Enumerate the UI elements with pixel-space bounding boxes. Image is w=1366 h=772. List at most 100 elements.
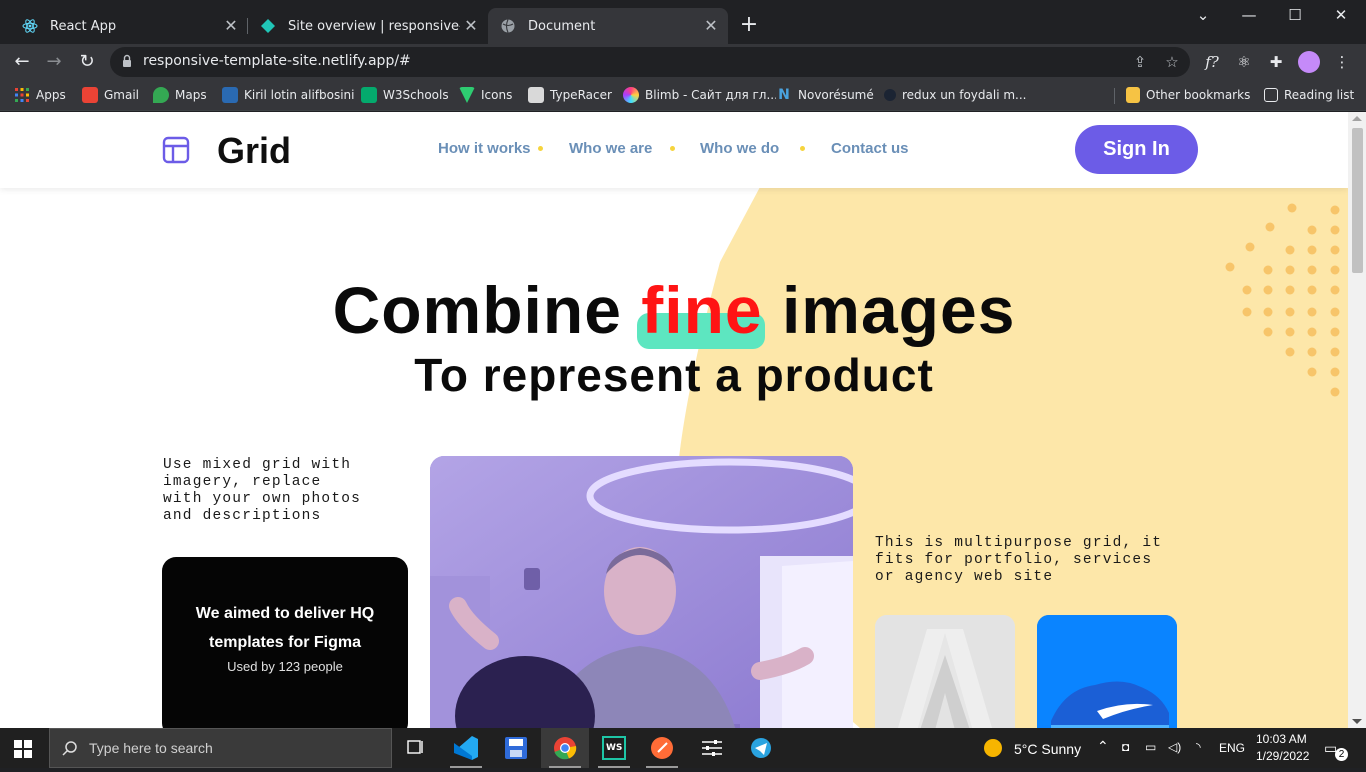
- search-placeholder: Type here to search: [89, 740, 213, 756]
- tab-document[interactable]: Document ✕: [488, 8, 728, 44]
- bookmark-label: Reading list: [1284, 88, 1355, 102]
- bookmark-blimb[interactable]: Blimb - Сайт для гл...: [623, 86, 778, 104]
- close-icon[interactable]: ✕: [702, 17, 720, 35]
- close-window-icon[interactable]: ✕: [1318, 0, 1364, 32]
- reload-icon[interactable]: ↻: [73, 48, 101, 76]
- plus-icon[interactable]: +: [737, 14, 761, 38]
- share-icon[interactable]: ⇪: [1130, 52, 1150, 72]
- sign-in-button[interactable]: Sign In: [1075, 125, 1198, 174]
- clock-time[interactable]: 10:03 AM: [1256, 732, 1307, 746]
- tab-site-overview[interactable]: Site overview | responsive-templ ✕: [248, 8, 488, 44]
- bookmark-other[interactable]: Other bookmarks: [1126, 86, 1250, 104]
- chrome-icon[interactable]: [541, 728, 589, 768]
- hero-title: Combine fine images: [0, 272, 1348, 349]
- page-viewport: Grid How it works Who we are Who we do C…: [0, 112, 1366, 728]
- hero-photo: [430, 456, 853, 728]
- gmail-icon: [82, 87, 98, 103]
- hero-title-after: images: [781, 273, 1016, 347]
- netlify-icon: [261, 19, 275, 33]
- bookmark-maps[interactable]: Maps: [153, 86, 207, 104]
- notification-count: 2: [1335, 748, 1348, 761]
- windows-start-icon[interactable]: [14, 740, 32, 758]
- forward-icon[interactable]: →: [40, 48, 68, 76]
- bookmark-typeracer[interactable]: TypeRacer: [528, 86, 612, 104]
- maximize-icon[interactable]: ☐: [1272, 0, 1318, 32]
- nav-contact-us[interactable]: Contact us: [831, 140, 909, 157]
- react-icon: [22, 19, 38, 33]
- close-icon[interactable]: ✕: [222, 17, 240, 35]
- kebab-menu-icon[interactable]: ⋮: [1332, 52, 1352, 72]
- bookmark-w3schools[interactable]: W3Schools: [361, 86, 449, 104]
- reading-list[interactable]: Reading list: [1264, 86, 1354, 104]
- bookmark-label: Icons: [481, 88, 513, 102]
- star-icon[interactable]: ☆: [1162, 52, 1182, 72]
- right-description: This is multipurpose grid, it fits for p…: [875, 535, 1163, 585]
- volume-icon[interactable]: ◁): [1168, 740, 1181, 754]
- bookmark-novoresume[interactable]: N Novorésumé: [776, 86, 874, 104]
- bookmark-icons[interactable]: Icons: [459, 86, 512, 104]
- wifi-icon[interactable]: ◝: [1196, 740, 1201, 754]
- left-description: Use mixed grid with imagery, replace wit…: [163, 457, 362, 524]
- meet-icon[interactable]: ◘: [1122, 740, 1129, 754]
- nav-who-we-are[interactable]: Who we are: [569, 140, 652, 157]
- react-devtools-icon[interactable]: ⚛: [1234, 52, 1254, 72]
- task-view-icon[interactable]: [392, 728, 440, 768]
- scroll-up-icon[interactable]: [1352, 116, 1362, 121]
- postman-icon[interactable]: [638, 728, 686, 768]
- taskbar-search[interactable]: Type here to search: [49, 728, 392, 768]
- avatar[interactable]: [1298, 51, 1320, 73]
- bookmark-label: Maps: [175, 88, 207, 102]
- lock-icon: [123, 54, 131, 67]
- scroll-down-icon[interactable]: [1352, 719, 1362, 724]
- layout-icon: [162, 136, 190, 164]
- blimb-icon: [623, 87, 639, 103]
- bookmark-gmail[interactable]: Gmail: [82, 86, 139, 104]
- bookmark-label: Gmail: [104, 88, 140, 102]
- clock-date[interactable]: 1/29/2022: [1256, 749, 1309, 763]
- bookmark-kiril[interactable]: Kiril lotin alifbosini: [222, 86, 354, 104]
- icons-v-icon: [459, 87, 475, 103]
- tab-react-app[interactable]: React App ✕: [8, 8, 248, 44]
- bookmark-label: redux un foydali m...: [902, 88, 1027, 102]
- save-app-icon[interactable]: [492, 728, 540, 768]
- battery-icon[interactable]: ▭: [1145, 740, 1156, 754]
- bookmark-label: Kiril lotin alifbosini: [244, 88, 355, 102]
- vscode-icon[interactable]: [442, 728, 490, 768]
- maps-pin-icon: [153, 87, 169, 103]
- page-scrollbar[interactable]: [1348, 112, 1366, 728]
- reading-list-icon: [1264, 88, 1278, 102]
- back-icon[interactable]: ←: [8, 48, 36, 76]
- language-indicator[interactable]: ENG: [1219, 741, 1245, 755]
- bookmark-apps[interactable]: Apps: [14, 86, 66, 104]
- letter-a-card: [875, 615, 1015, 728]
- url-text: responsive-template-site.netlify.app/#: [143, 53, 411, 69]
- tab-search-icon[interactable]: ⌄: [1180, 0, 1226, 32]
- globe-icon: [501, 19, 515, 33]
- tray-chevron-icon[interactable]: ⌃: [1097, 738, 1109, 755]
- nav-who-we-do[interactable]: Who we do: [700, 140, 779, 157]
- scroll-thumb[interactable]: [1352, 128, 1363, 273]
- sun-icon[interactable]: [984, 739, 1002, 757]
- weather-text[interactable]: 5°C Sunny: [1014, 741, 1081, 757]
- nav-how-it-works[interactable]: How it works: [438, 140, 531, 157]
- tab-title: Site overview | responsive-templ: [288, 18, 460, 34]
- site-logo[interactable]: Grid: [217, 130, 291, 172]
- redux-icon: [884, 89, 896, 101]
- bookmark-label: W3Schools: [383, 88, 449, 102]
- address-bar[interactable]: responsive-template-site.netlify.app/# ⇪…: [110, 47, 1190, 77]
- close-icon[interactable]: ✕: [462, 17, 480, 35]
- minimize-icon[interactable]: —: [1226, 0, 1272, 32]
- bookmark-label: Blimb - Сайт для гл...: [645, 88, 778, 102]
- search-icon: [62, 741, 77, 756]
- bookmark-redux[interactable]: redux un foydali m...: [884, 86, 1026, 104]
- bookmark-label: Other bookmarks: [1146, 88, 1251, 102]
- telegram-icon[interactable]: [737, 728, 785, 768]
- dark-card-heading: We aimed to deliver HQ templates for Fig…: [195, 605, 375, 651]
- webstorm-icon[interactable]: WS: [590, 728, 638, 768]
- presenter-photo: [430, 456, 853, 728]
- puzzle-icon[interactable]: ✚: [1266, 52, 1286, 72]
- dark-card-subtext: Used by 123 people: [227, 659, 343, 674]
- mixer-icon[interactable]: [688, 728, 736, 768]
- bookmark-label: TypeRacer: [550, 88, 612, 102]
- formula-extension-icon[interactable]: f?: [1202, 52, 1222, 72]
